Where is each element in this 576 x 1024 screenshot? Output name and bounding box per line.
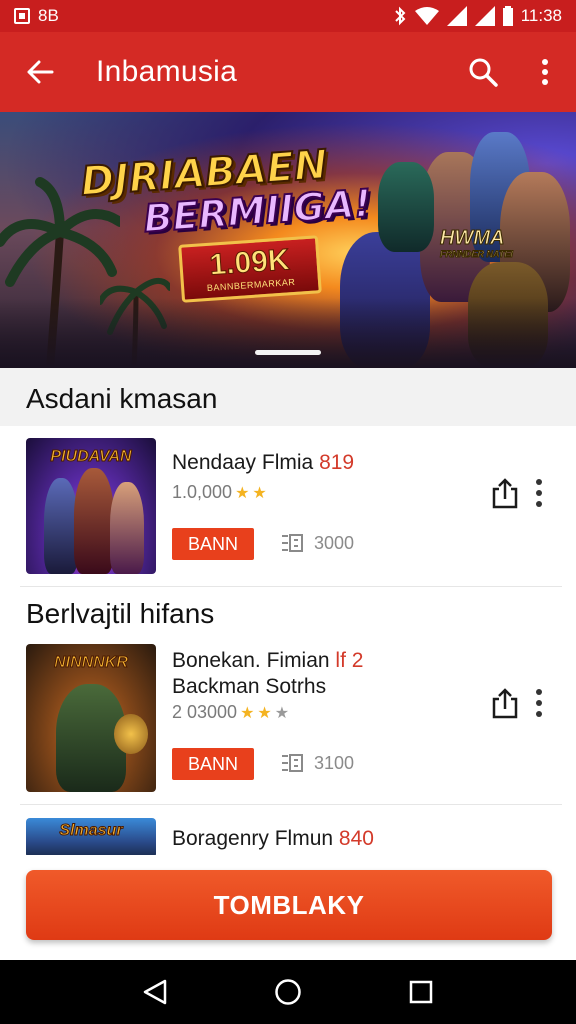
game-name-version: lf 2 <box>335 649 364 672</box>
download-count: 3000 <box>280 532 354 554</box>
app-bar: Inbamusia <box>0 32 576 112</box>
primary-cta-button[interactable]: TOMBLAKY <box>26 870 552 940</box>
home-circle-icon <box>275 979 301 1005</box>
signal-icon <box>474 6 495 26</box>
star-icon: ★ <box>274 704 290 722</box>
system-nav-bar <box>0 960 576 1024</box>
star-icon: ★ <box>252 484 267 502</box>
search-icon <box>469 58 498 87</box>
nav-recents-button[interactable] <box>391 960 451 1024</box>
thumbnail-character <box>74 468 114 574</box>
more-vert-icon <box>536 479 542 507</box>
notification-icon <box>14 8 30 24</box>
nav-back-button[interactable] <box>125 960 185 1024</box>
thumbnail-character <box>114 714 148 754</box>
carousel-page-indicator[interactable] <box>255 350 321 355</box>
game-name-version: 819 <box>319 451 355 474</box>
game-thumbnail[interactable]: Slmasur <box>26 818 156 858</box>
section-title: Berlvajtil hifans <box>26 598 215 629</box>
banner-headline: DJRIABAEN BERMIIGA! <box>78 141 374 242</box>
game-rating: 1.0,000 ★ ★ <box>172 482 267 503</box>
game-name: Boragenry Flmun 840 <box>172 826 374 852</box>
back-arrow-icon <box>27 60 54 84</box>
status-time: 11:38 <box>520 6 562 25</box>
star-icon: ★ <box>235 484 250 502</box>
battery-icon <box>502 6 513 26</box>
divider <box>20 804 562 805</box>
download-icon <box>282 534 303 552</box>
item-menu-button[interactable] <box>528 686 550 720</box>
thumbnail-character <box>44 478 78 574</box>
rating-count: 2 03000 <box>172 702 238 722</box>
thumbnail-title: Slmasur <box>59 822 123 840</box>
banner-side-subtitle: FRNNDER NATEI <box>440 249 514 259</box>
more-vert-icon <box>536 689 542 717</box>
share-icon <box>492 688 518 719</box>
banner-side-title: HWMA <box>439 227 505 249</box>
download-count-value: 3000 <box>314 532 355 553</box>
promo-banner[interactable]: DJRIABAEN BERMIIGA! 1.09K BANNBERMARKAR … <box>0 112 576 368</box>
star-icon: ★ <box>257 704 272 722</box>
more-vert-icon <box>542 59 548 85</box>
divider <box>20 586 562 587</box>
game-name: Nendaay Flmia 819 <box>172 450 354 476</box>
status-left-text: 8B <box>38 6 59 25</box>
game-thumbnail[interactable]: PIUDAVAN <box>26 438 156 574</box>
item-menu-button[interactable] <box>528 476 550 510</box>
list-item[interactable]: NINNNKR Bonekan. Fimian lf 2 Backman Sotr… <box>0 644 576 804</box>
rating-count: 1.0,000 <box>172 482 233 502</box>
game-thumbnail[interactable]: NINNNKR <box>26 644 156 792</box>
share-icon <box>492 478 518 509</box>
back-button[interactable] <box>0 32 80 112</box>
banner-side-logo: HWMA FRNNDER NATEI <box>439 227 514 260</box>
signal-icon <box>446 6 467 26</box>
status-bar: 8B 11:38 <box>0 0 576 32</box>
download-icon <box>282 754 303 772</box>
game-rating: 2 03000 ★ ★ ★ <box>172 702 289 723</box>
list-item[interactable]: Slmasur Boragenry Flmun 840 <box>0 818 576 858</box>
search-button[interactable] <box>452 32 514 112</box>
wifi-icon <box>414 7 439 25</box>
banner-badge-value: 1.09K <box>208 243 291 283</box>
share-button[interactable] <box>490 476 520 510</box>
game-name-text: Nendaay Flmia <box>172 451 320 474</box>
overflow-menu-button[interactable] <box>514 32 576 112</box>
download-count: 3100 <box>280 752 354 774</box>
banner-ground <box>0 298 576 368</box>
back-triangle-icon <box>143 979 166 1005</box>
game-name: Bonekan. Fimian lf 2 Backman Sotrhs <box>172 648 363 700</box>
install-button[interactable]: BANN <box>172 748 254 780</box>
game-name-version: 840 <box>338 827 374 850</box>
share-button[interactable] <box>490 686 520 720</box>
page-title: Inbamusia <box>96 55 238 88</box>
hero-character <box>378 162 434 252</box>
list-item[interactable]: PIUDAVAN Nendaay Flmia 819 1.0,000 ★ ★ B… <box>0 426 576 586</box>
game-name-text: Boragenry Flmun <box>172 827 339 850</box>
download-count-value: 3100 <box>314 752 355 773</box>
star-icon: ★ <box>240 704 255 722</box>
thumbnail-character <box>110 482 144 574</box>
recents-square-icon <box>410 980 433 1004</box>
thumbnail-title: PIUDAVAN <box>50 448 132 466</box>
game-name-text: Bonekan. Fimian <box>172 649 336 672</box>
bluetooth-icon <box>395 6 406 26</box>
install-button[interactable]: BANN <box>172 528 254 560</box>
game-name-line2: Backman Sotrhs <box>172 675 327 698</box>
nav-home-button[interactable] <box>258 960 318 1024</box>
thumbnail-title: NINNNKR <box>54 654 129 672</box>
banner-badge: 1.09K BANNBERMARKAR <box>178 235 322 303</box>
section-title: Asdani kmasan <box>26 383 218 414</box>
